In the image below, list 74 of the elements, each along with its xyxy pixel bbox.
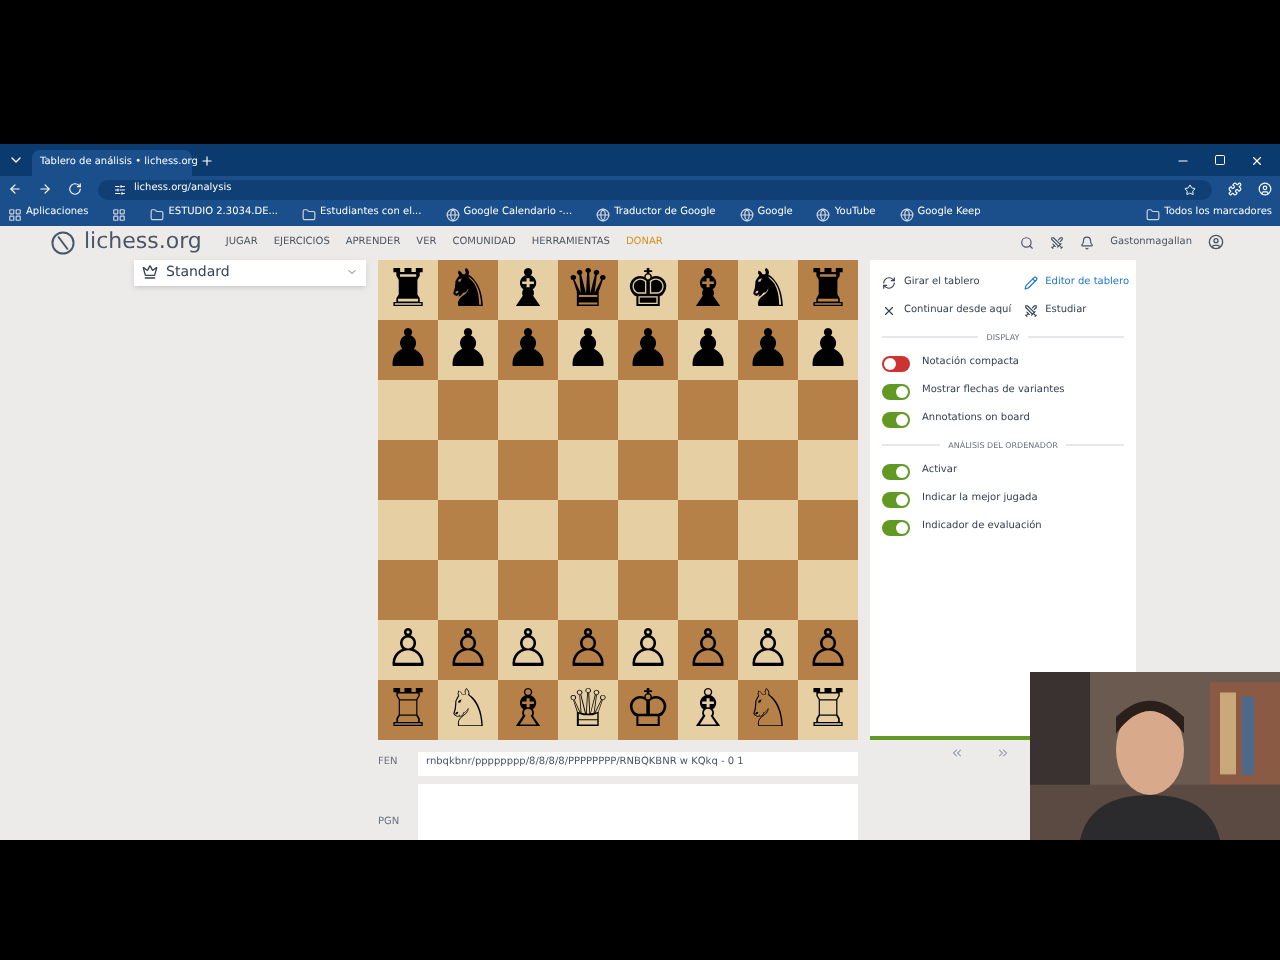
board-square[interactable] [378,559,438,619]
board-square[interactable] [378,439,438,499]
board-square[interactable] [738,559,798,619]
extensions-icon[interactable] [1228,182,1242,196]
board-square[interactable] [378,379,438,439]
close-icon[interactable] [1250,153,1264,167]
board-square[interactable] [438,499,498,559]
board-square[interactable] [558,379,618,439]
board-square[interactable] [618,559,678,619]
site-info-icon[interactable] [114,183,126,195]
board-square[interactable] [798,499,858,559]
folder-icon [302,207,316,221]
user-icon[interactable] [1208,234,1224,251]
star-icon[interactable] [1184,183,1196,195]
folder-icon [150,207,165,221]
apps-icon [8,207,22,221]
tab-list-icon[interactable] [8,152,24,168]
board-square[interactable] [498,379,558,439]
back-icon[interactable] [8,182,22,196]
board-square[interactable] [438,439,498,499]
board-square[interactable] [678,439,738,499]
crown-icon [142,264,158,280]
board-square[interactable] [558,439,618,499]
globe-icon [899,207,914,221]
toggle-switch[interactable] [882,491,910,507]
toggle-switch[interactable] [882,355,910,371]
globe-icon [596,207,611,221]
board-square[interactable] [738,439,798,499]
pgn-field[interactable] [418,783,858,840]
toggle-switch[interactable] [882,463,910,479]
swords-icon[interactable] [1050,235,1065,250]
caret-icon [346,266,358,278]
board-square[interactable] [798,379,858,439]
board-square[interactable] [618,499,678,559]
cross-icon [882,304,896,319]
board-square[interactable] [678,379,738,439]
first-move-icon[interactable] [950,745,964,759]
board-square[interactable] [498,439,558,499]
search-icon[interactable] [1020,235,1035,250]
pencil-icon [1023,275,1038,290]
board-square[interactable] [798,439,858,499]
board-square[interactable] [438,559,498,619]
chess-board[interactable]: ♜ ♞ ♝ ♛ ♚ ♝ ♞ ♜ ♟ ♟ ♟ ♟ ♟ ♟ ♟ ♟ ♙ ♙ ♙ ♙ ♙ ♙ ♙ ♙ ♖ ♘ ♗ ♕ ♔ ♗ ♘ ♖ [378,259,858,739]
board-square[interactable] [678,559,738,619]
folder-icon [1146,207,1161,221]
board-square[interactable] [558,499,618,559]
toggle-switch[interactable] [882,411,910,427]
reload-icon[interactable] [68,182,82,196]
board-square[interactable] [618,439,678,499]
swords-icon [1023,304,1038,319]
globe-icon [739,207,754,221]
globe-icon [445,207,460,221]
board-square[interactable] [558,559,618,619]
site-logo[interactable]: lichess.org [84,226,202,259]
board-square[interactable] [378,499,438,559]
board-square[interactable] [498,499,558,559]
grid-icon[interactable] [112,207,127,221]
board-square[interactable] [738,499,798,559]
board-square[interactable] [738,379,798,439]
profile-icon[interactable] [1258,182,1272,196]
rotate-icon [882,275,896,290]
last-move-icon[interactable] [996,745,1010,759]
maximize-icon[interactable] [1214,153,1226,165]
board-square[interactable] [618,379,678,439]
board-square[interactable] [438,379,498,439]
new-tab-icon[interactable] [200,153,214,167]
toggle-switch[interactable] [882,383,910,399]
bell-icon[interactable] [1080,235,1095,250]
board-square[interactable] [678,499,738,559]
forward-icon[interactable] [38,182,52,196]
board-square[interactable] [798,559,858,619]
board-square[interactable] [498,559,558,619]
toggle-switch[interactable] [882,519,910,535]
globe-icon [816,207,831,221]
